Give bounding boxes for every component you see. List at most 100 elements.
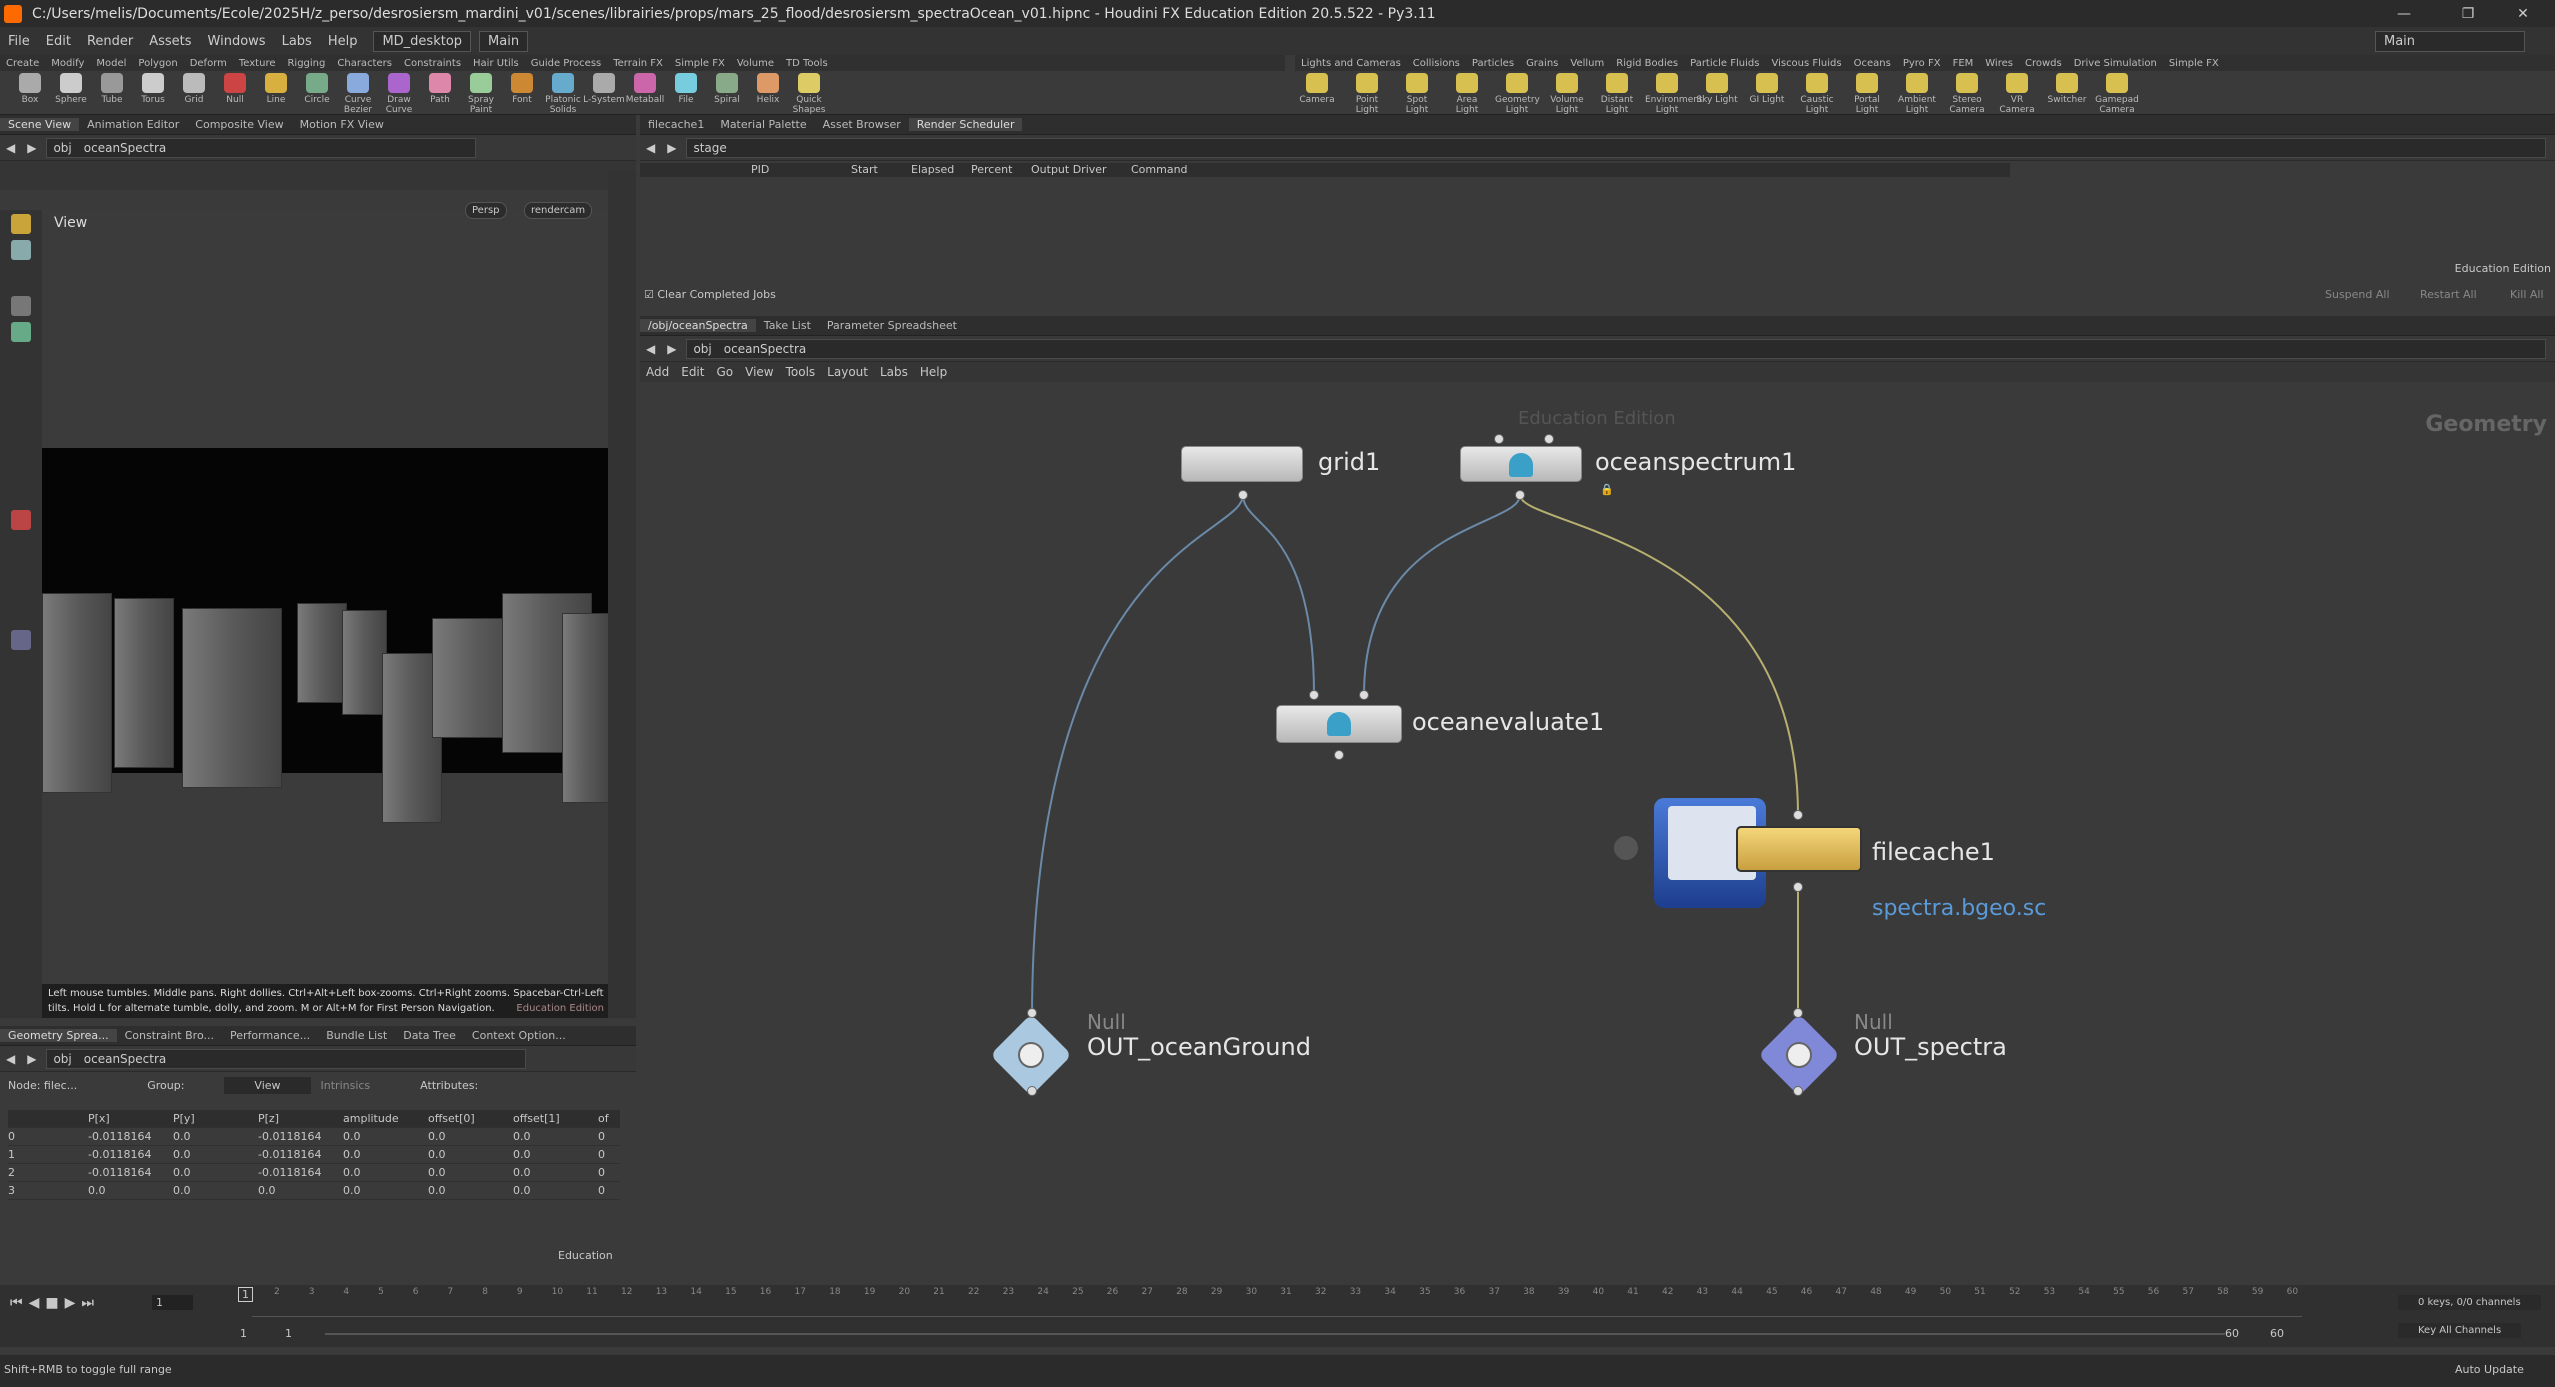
magnet-icon[interactable]	[11, 510, 31, 530]
forward-icon[interactable]: ▶	[661, 141, 682, 155]
light-tool-4[interactable]: Geometry Light	[1495, 73, 1540, 115]
filecache1-node[interactable]	[1736, 826, 1862, 872]
shelf-tab-10[interactable]: Guide Process	[525, 58, 607, 69]
desktop-select-2[interactable]: Main	[479, 30, 529, 52]
scheduler-col-2[interactable]: Elapsed	[905, 163, 965, 177]
scene-tab-3[interactable]: Motion FX View	[292, 118, 392, 131]
shelf-tab-right-14[interactable]: Simple FX	[2163, 58, 2225, 69]
shelf-tab-0[interactable]: Create	[0, 58, 45, 69]
shelf-tab-11[interactable]: Terrain FX	[607, 58, 669, 69]
light-tool-11[interactable]: Portal Light	[1845, 73, 1889, 115]
sheet-col-header[interactable]: offset[1]	[513, 1112, 598, 1125]
shelf-tab-4[interactable]: Deform	[184, 58, 233, 69]
light-tool-10[interactable]: Caustic Light	[1795, 73, 1839, 115]
shelf-tool-6[interactable]: Line	[254, 73, 298, 113]
shelf-tool-4[interactable]: Grid	[172, 73, 216, 113]
shelf-tool-19[interactable]: Quick Shapes	[787, 73, 831, 115]
sheet-col-header[interactable]: P[z]	[258, 1112, 343, 1125]
network-editor[interactable]: Geometry Education Edition grid1 oceansp…	[640, 398, 2555, 1283]
shelf-tool-17[interactable]: Spiral	[705, 73, 749, 113]
network-menu-2[interactable]: Go	[710, 365, 739, 379]
evaluate-input-1[interactable]	[1309, 690, 1319, 700]
evaluate-input-2[interactable]	[1359, 690, 1369, 700]
network-menu-0[interactable]: Add	[640, 365, 675, 379]
range-end[interactable]: 60	[2225, 1327, 2239, 1340]
key-all-channels-button[interactable]: Key All Channels	[2398, 1323, 2522, 1338]
shelf-tab-right-2[interactable]: Particles	[1466, 58, 1520, 69]
camera-tool-icon[interactable]	[11, 630, 31, 650]
scheduler-col-5[interactable]: Command	[1125, 163, 1295, 177]
forward-icon[interactable]: ▶	[21, 1052, 42, 1066]
shelf-tab-right-10[interactable]: FEM	[1947, 58, 1980, 69]
forward-icon[interactable]: ▶	[21, 141, 42, 155]
scene-tab-1[interactable]: Animation Editor	[79, 118, 187, 131]
close-button[interactable]: ✕	[2500, 0, 2546, 27]
shelf-tab-right-8[interactable]: Oceans	[1848, 58, 1897, 69]
spectrum-input-2[interactable]	[1544, 434, 1554, 444]
first-frame-icon[interactable]: ⏮	[10, 1295, 23, 1311]
top-tab-0[interactable]: filecache1	[640, 118, 712, 131]
grid1-output[interactable]	[1238, 490, 1248, 500]
shelf-tool-5[interactable]: Null	[213, 73, 257, 113]
shelf-tab-2[interactable]: Model	[90, 58, 132, 69]
bottom-tab-4[interactable]: Data Tree	[395, 1029, 464, 1042]
play-icon[interactable]: ▶	[65, 1295, 76, 1311]
current-frame-field[interactable]: 1	[152, 1295, 193, 1310]
range-start-2[interactable]: 1	[285, 1327, 292, 1340]
network-menu-4[interactable]: Tools	[780, 365, 822, 379]
path-root[interactable]: obj	[687, 342, 717, 356]
desktop-select-right[interactable]: Main	[2375, 30, 2525, 52]
range-start[interactable]: 1	[240, 1327, 247, 1340]
menu-windows[interactable]: Windows	[200, 34, 274, 49]
shelf-tab-3[interactable]: Polygon	[132, 58, 183, 69]
shelf-tool-0[interactable]: Box	[8, 73, 52, 113]
network-menu-7[interactable]: Help	[914, 365, 953, 379]
light-tool-7[interactable]: Environment Light	[1645, 73, 1702, 115]
evaluate-output[interactable]	[1334, 750, 1344, 760]
shelf-tab-right-13[interactable]: Drive Simulation	[2068, 58, 2163, 69]
network-tab-2[interactable]: Parameter Spreadsheet	[819, 319, 965, 332]
menu-labs[interactable]: Labs	[274, 34, 320, 49]
timeline[interactable]: ⏮ ◀ ■ ▶ ⏭ 1 1 2 3 4 5 6 7 8 9 10 11 12 13 14 15 16 17 18…	[0, 1285, 2555, 1347]
intrinsics-select[interactable]: Intrinsics	[321, 1079, 371, 1092]
kill-all-button[interactable]: Kill All	[2510, 288, 2544, 301]
shelf-tool-11[interactable]: Spray Paint	[459, 73, 503, 115]
shelf-tab-14[interactable]: TD Tools	[780, 58, 834, 69]
bottom-tab-5[interactable]: Context Option...	[464, 1029, 574, 1042]
shelf-tab-right-7[interactable]: Viscous Fluids	[1765, 58, 1847, 69]
oceanevaluate1-node[interactable]	[1276, 705, 1402, 743]
shelf-tab-right-12[interactable]: Crowds	[2019, 58, 2068, 69]
maximize-button[interactable]: ❐	[2445, 0, 2491, 27]
top-tab-1[interactable]: Material Palette	[712, 118, 814, 131]
menu-render[interactable]: Render	[79, 34, 141, 49]
network-menu-5[interactable]: Layout	[821, 365, 874, 379]
shelf-tab-7[interactable]: Characters	[331, 58, 398, 69]
scene-tab-0[interactable]: Scene View	[0, 118, 80, 131]
light-tool-3[interactable]: Area Light	[1445, 73, 1489, 115]
shelf-tool-18[interactable]: Helix	[746, 73, 790, 113]
menu-help[interactable]: Help	[320, 34, 366, 49]
forward-icon[interactable]: ▶	[661, 342, 682, 356]
last-frame-icon[interactable]: ⏭	[81, 1295, 94, 1311]
null2-output[interactable]	[1793, 1086, 1803, 1096]
oceanspectrum1-node[interactable]	[1460, 446, 1582, 482]
suspend-all-button[interactable]: Suspend All	[2325, 288, 2390, 301]
sheet-col-header[interactable]: amplitude	[343, 1112, 428, 1125]
shelf-tab-right-4[interactable]: Vellum	[1564, 58, 1610, 69]
shelf-tool-13[interactable]: Platonic Solids	[541, 73, 585, 115]
path-root[interactable]: obj	[47, 1052, 77, 1066]
shelf-tab-right-6[interactable]: Particle Fluids	[1684, 58, 1765, 69]
handle-tool-icon[interactable]	[11, 296, 31, 316]
scheduler-col-3[interactable]: Percent	[965, 163, 1025, 177]
menu-file[interactable]: File	[0, 34, 38, 49]
shelf-tool-14[interactable]: L-System	[582, 73, 626, 113]
spectrum-output[interactable]	[1515, 490, 1525, 500]
bottom-tab-2[interactable]: Performance...	[222, 1029, 318, 1042]
shelf-tool-3[interactable]: Torus	[131, 73, 175, 113]
light-tool-1[interactable]: Point Light	[1345, 73, 1389, 115]
network-menu-6[interactable]: Labs	[874, 365, 914, 379]
shelf-tab-1[interactable]: Modify	[45, 58, 90, 69]
network-tab-0[interactable]: /obj/oceanSpectra	[640, 319, 756, 332]
pose-tool-icon[interactable]	[11, 322, 31, 342]
scheduler-col-0[interactable]: PID	[745, 163, 845, 177]
